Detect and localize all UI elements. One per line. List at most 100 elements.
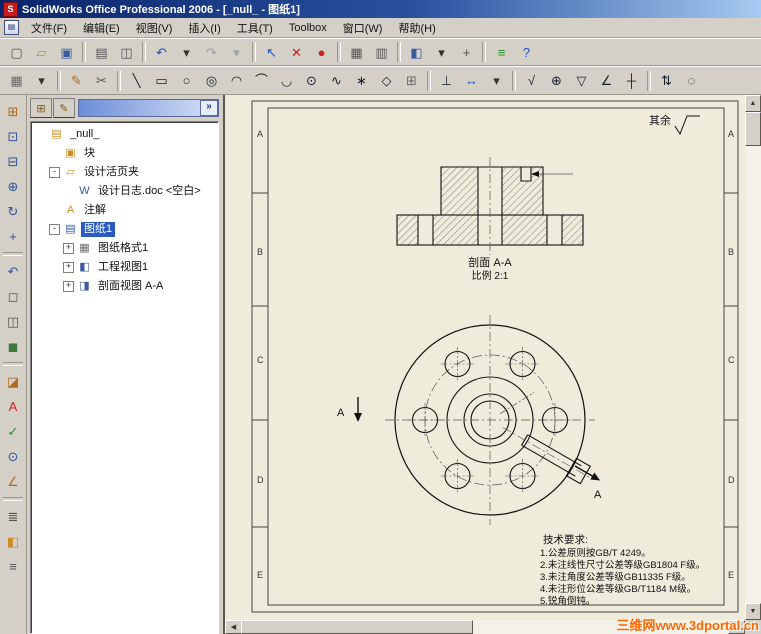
select-icon[interactable]: ↖ <box>259 40 284 64</box>
tree-item-section-view-aa[interactable]: 剖面视图 A-A <box>95 279 166 294</box>
previous-view-icon[interactable]: ↶ <box>1 259 26 284</box>
propertymanager-tab-icon[interactable]: ✎ <box>53 98 75 118</box>
line-icon[interactable]: ╲ <box>124 69 149 93</box>
tables-icon[interactable]: ▥ <box>369 40 394 64</box>
new-icon[interactable]: ▢ <box>4 40 29 64</box>
title-bar[interactable]: S SolidWorks Office Professional 2006 - … <box>0 0 761 18</box>
menu-file[interactable]: 文件(F) <box>23 18 75 38</box>
document-icon[interactable]: ▤ <box>4 20 19 35</box>
surface-finish-icon[interactable]: √ <box>519 69 544 93</box>
front-view-flange[interactable] <box>385 315 597 525</box>
surface-note-text[interactable]: 其余 <box>649 113 671 127</box>
tree-expand-box[interactable] <box>63 186 74 197</box>
delete-icon[interactable]: ✕ <box>284 40 309 64</box>
tree-expand-box[interactable] <box>49 148 60 159</box>
comment-icon[interactable]: ≡ <box>489 40 514 64</box>
geometric-tolerance-icon[interactable]: ⊕ <box>544 69 569 93</box>
centerpoint-arc-icon[interactable]: ◠ <box>224 69 249 93</box>
pan-icon[interactable]: + <box>454 40 479 64</box>
tree-item-sheet1[interactable]: 图纸1 <box>81 222 116 237</box>
tree-item-design-journal[interactable]: 设计日志.doc <空白> <box>95 184 204 199</box>
undo-dropdown-icon[interactable]: ▾ <box>174 40 199 64</box>
tree-expand-box[interactable]: + <box>63 243 74 254</box>
tree-expand-box[interactable] <box>49 205 60 216</box>
trim-icon[interactable]: ✂ <box>89 69 114 93</box>
menu-help[interactable]: 帮助(H) <box>390 18 443 38</box>
section-view-icon[interactable]: ◪ <box>1 369 26 394</box>
rebuild-stoplight-icon[interactable]: ● <box>309 40 334 64</box>
tree-expand-box[interactable]: - <box>49 224 60 235</box>
tree-item-blocks[interactable]: 块 <box>81 146 98 161</box>
zoom-area-icon[interactable]: ⊟ <box>1 149 26 174</box>
featuremanager-tab-icon[interactable]: ⊞ <box>30 98 52 118</box>
sheet-properties-icon[interactable]: ▦ <box>344 40 369 64</box>
note-icon[interactable]: A <box>1 394 26 419</box>
view-orientation-icon[interactable]: ⊞ <box>1 99 26 124</box>
vertical-scrollbar[interactable]: ▲ ▼ <box>745 95 761 620</box>
panel-collapse-button[interactable]: » <box>200 100 218 116</box>
sheet-format-dropdown-icon[interactable]: ▾ <box>29 69 54 93</box>
drawing-canvas[interactable]: A B C D E A B C D E 其余 剖面 A-A 比例 2:1 A A… <box>225 95 745 620</box>
print-icon[interactable]: ▤ <box>89 40 114 64</box>
drawing-sheet-area[interactable]: A B C D E A B C D E 其余 剖面 A-A 比例 2:1 A A… <box>225 95 745 620</box>
surface-finish-symbol[interactable] <box>674 115 700 136</box>
weld-symbol-icon[interactable]: ∠ <box>594 69 619 93</box>
zoom-in-out-icon[interactable]: ⊕ <box>1 174 26 199</box>
three-point-arc-icon[interactable]: ◡ <box>274 69 299 93</box>
layer-properties-icon[interactable]: ≣ <box>1 504 26 529</box>
view-mode-dropdown-icon[interactable]: ▾ <box>429 40 454 64</box>
redo-dropdown-icon[interactable]: ▾ <box>224 40 249 64</box>
horizontal-scroll-thumb[interactable] <box>241 620 473 634</box>
menu-toolbox[interactable]: Toolbox <box>281 20 335 36</box>
spline-icon[interactable]: ∿ <box>324 69 349 93</box>
tree-item-sheet-format1[interactable]: 图纸格式1 <box>95 241 151 256</box>
tree-item-drawing-view1[interactable]: 工程视图1 <box>95 260 151 275</box>
scroll-up-button[interactable]: ▲ <box>745 95 761 112</box>
ellipse-icon[interactable]: ⊙ <box>299 69 324 93</box>
sketch-icon[interactable]: ✎ <box>64 69 89 93</box>
wireframe-icon[interactable]: ◻ <box>1 284 26 309</box>
shaded-icon[interactable]: ◼ <box>1 334 26 359</box>
print-preview-icon[interactable]: ◫ <box>114 40 139 64</box>
magnifier-icon[interactable]: ⊙ <box>1 444 26 469</box>
redo-icon[interactable]: ↷ <box>199 40 224 64</box>
view-mode-icon[interactable]: ◧ <box>404 40 429 64</box>
pan-view-icon[interactable]: + <box>1 224 26 249</box>
open-icon[interactable]: ▱ <box>29 40 54 64</box>
tree-expand-box[interactable]: - <box>49 167 60 178</box>
detail-circle-icon[interactable]: ◌ <box>679 69 704 93</box>
polygon-icon[interactable]: ◇ <box>374 69 399 93</box>
vertical-scroll-thumb[interactable] <box>745 112 761 146</box>
color-swatch-icon[interactable]: ◧ <box>1 529 26 554</box>
tree-expand-box[interactable]: + <box>63 262 74 273</box>
anchor-icon[interactable]: ⊥ <box>434 69 459 93</box>
help-icon[interactable]: ? <box>514 40 539 64</box>
spell-check-icon[interactable]: ✓ <box>1 419 26 444</box>
section-scale-label[interactable]: 比例 2:1 <box>472 269 509 282</box>
rotate-view-icon[interactable]: ↻ <box>1 199 26 224</box>
tree-expand-box[interactable]: + <box>63 281 74 292</box>
line-style-icon[interactable]: ≡ <box>1 554 26 579</box>
scroll-left-button[interactable]: ◀ <box>225 620 242 634</box>
tree-item-null[interactable]: _null_ <box>67 127 102 142</box>
point-icon[interactable]: ∗ <box>349 69 374 93</box>
datum-feature-icon[interactable]: ▽ <box>569 69 594 93</box>
undo-icon[interactable]: ↶ <box>149 40 174 64</box>
tree-item-design-binder[interactable]: 设计活页夹 <box>81 165 142 180</box>
circle-icon[interactable]: ○ <box>174 69 199 93</box>
tree-expand-box[interactable] <box>35 129 46 140</box>
menu-tools[interactable]: 工具(T) <box>229 18 281 38</box>
rectangle-icon[interactable]: ▭ <box>149 69 174 93</box>
measure-icon[interactable]: ∠ <box>1 469 26 494</box>
centerline-icon[interactable]: ┼ <box>619 69 644 93</box>
sheet-format-icon[interactable]: ▦ <box>4 69 29 93</box>
menu-window[interactable]: 窗口(W) <box>335 18 391 38</box>
section-view-label[interactable]: 剖面 A-A <box>468 255 512 269</box>
menu-view[interactable]: 视图(V) <box>128 18 181 38</box>
tangent-arc-icon[interactable]: ⌒ <box>249 69 274 93</box>
section-view-aa[interactable]: 剖面 A-A 比例 2:1 <box>396 157 584 282</box>
tree-item-annotations[interactable]: 注解 <box>81 203 109 218</box>
section-line-icon[interactable]: ⇅ <box>654 69 679 93</box>
technical-requirements[interactable]: 技术要求: 1.公差原则按GB/T 4249。 2.未注线性尺寸公差等级GB18… <box>540 533 705 607</box>
menu-insert[interactable]: 插入(I) <box>180 18 228 38</box>
